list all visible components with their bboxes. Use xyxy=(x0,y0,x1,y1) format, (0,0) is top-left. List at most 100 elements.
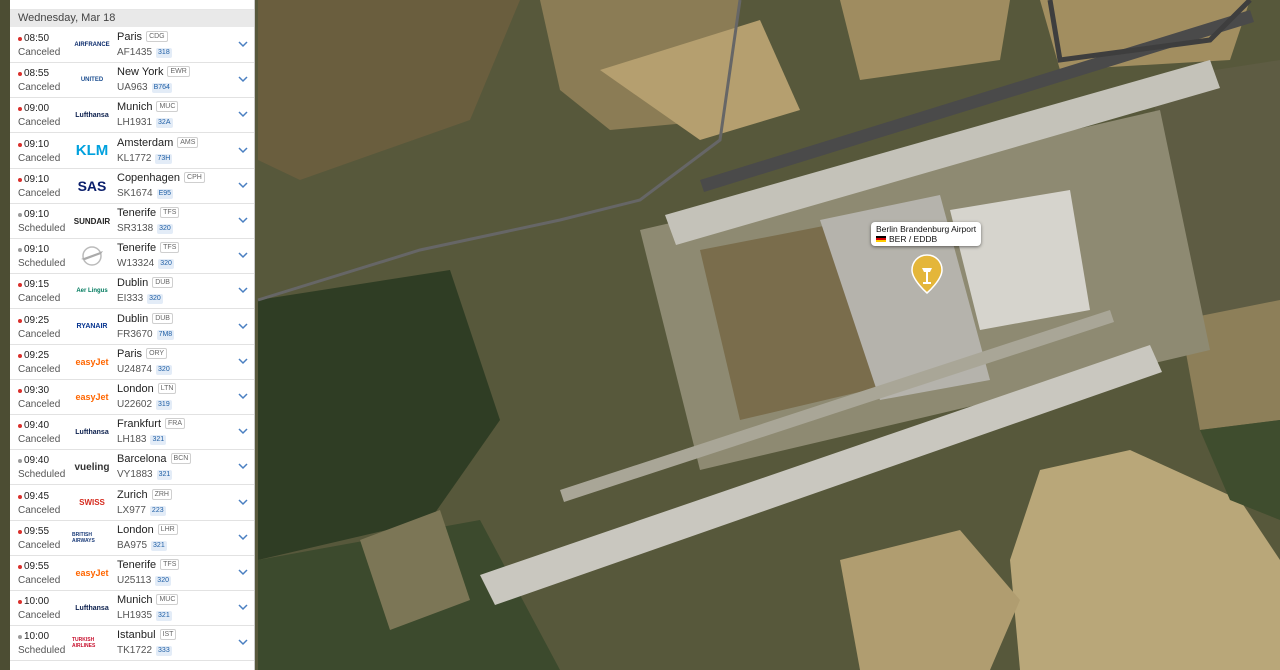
flight-number: FR3670 7M8 xyxy=(117,328,175,340)
aircraft-type: 320 xyxy=(157,224,173,234)
chevron-down-icon[interactable] xyxy=(236,37,250,51)
date-header: Wednesday, Mar 18 xyxy=(10,10,254,27)
flight-row[interactable]: 10:00 Scheduled TURKISH AIRLINES Istanbul IS… xyxy=(10,626,254,662)
flight-status: Canceled xyxy=(18,152,61,164)
flight-row[interactable]: 09:55 Canceled easyJet Tenerife TFS U25113 320 xyxy=(10,556,254,591)
airport-pin-icon[interactable] xyxy=(910,254,944,294)
flight-row[interactable]: 09:30 Canceled easyJet London LTN U22602 319 xyxy=(10,380,254,415)
flight-row[interactable]: 09:00 Canceled Lufthansa Munich MUC LH1931 32A xyxy=(10,98,254,134)
chevron-down-icon[interactable] xyxy=(236,248,250,262)
departure-time: 09:10 xyxy=(24,138,50,150)
destination-city: Dublin DUB xyxy=(117,277,173,289)
iata-code: FRA xyxy=(165,418,186,430)
airport-label[interactable]: Berlin Brandenburg Airport BER / EDDB xyxy=(871,222,982,246)
iata-code: TFS xyxy=(160,559,180,570)
flight-number: UA963 B764 xyxy=(117,82,172,94)
departure-time: 09:10 xyxy=(24,209,50,220)
flight-list-panel[interactable]: Wednesday, Mar 18 08:50 Canceled AIRFRANCE… xyxy=(10,0,255,670)
flight-row[interactable]: 08:50 Canceled AIRFRANCE Paris CDG AF1435 318 xyxy=(10,28,254,63)
departure-time: 09:00 xyxy=(24,103,50,115)
destination-city: Munich MUC xyxy=(117,594,179,606)
departure-time: 09:25 xyxy=(24,314,50,326)
airline-logo: BRITISH AIRWAYS xyxy=(72,531,95,544)
departure-time: 09:10 xyxy=(24,173,50,185)
flight-row[interactable]: 09:10 Canceled SAS Copenhagen CPH SK1674 E95 xyxy=(10,169,254,204)
flight-row[interactable]: 09:40 Canceled Lufthansa Frankfurt FRA LH183 3… xyxy=(10,415,254,451)
flight-status: Canceled xyxy=(18,187,61,199)
flight-row[interactable]: 09:25 Canceled RYANAIR Dublin DUB FR3670 7M8 xyxy=(10,310,254,345)
flight-row[interactable]: 09:15 Canceled Aer Lingus Dublin DUB EI333 320 xyxy=(10,274,254,310)
flight-row[interactable]: 09:10 Canceled KLM Amsterdam AMS KL1772 73H xyxy=(10,134,254,169)
chevron-down-icon[interactable] xyxy=(236,72,250,86)
chevron-down-icon[interactable] xyxy=(236,283,250,297)
aircraft-type: 320 xyxy=(155,576,171,586)
flight-status: Scheduled xyxy=(18,645,66,657)
status-dot xyxy=(18,459,22,464)
chevron-down-icon[interactable] xyxy=(236,565,250,579)
germany-flag-icon xyxy=(876,236,886,242)
chevron-down-icon[interactable] xyxy=(236,107,250,121)
aircraft-type: 32A xyxy=(156,118,173,129)
status-dot xyxy=(18,107,22,112)
airline-logo: SAS xyxy=(77,177,107,194)
airline-logo: Aer Lingus xyxy=(76,288,108,295)
flight-row[interactable]: 09:55 Canceled BRITISH AIRWAYS London LHR BA9… xyxy=(10,521,254,556)
destination-city: Paris ORY xyxy=(117,347,168,360)
flight-status: Canceled xyxy=(18,293,61,305)
airline-logo: easyJet xyxy=(75,392,109,402)
chevron-down-icon[interactable] xyxy=(236,600,250,614)
departure-time: 10:00 xyxy=(24,596,50,608)
chevron-down-icon[interactable] xyxy=(236,319,250,333)
airline-logo: Lufthansa xyxy=(75,604,109,612)
panel-top xyxy=(10,0,254,10)
airline-logo: TURKISH AIRLINES xyxy=(72,637,96,650)
flight-number: BA975 321 xyxy=(117,539,167,551)
destination-city: Tenerife TFS xyxy=(117,242,180,254)
flight-row[interactable]: 09:25 Canceled easyJet Paris ORY U24874 320 xyxy=(10,345,254,380)
status-dot xyxy=(18,283,22,288)
flight-number: W13324 320 xyxy=(117,258,174,270)
chevron-down-icon[interactable] xyxy=(236,389,250,403)
map-edge xyxy=(0,0,10,670)
airline-logo: vueling xyxy=(74,461,110,473)
destination-city: Amsterdam AMS xyxy=(117,136,199,149)
flight-status: Canceled xyxy=(18,47,61,58)
airport-name: Berlin Brandenburg Airport xyxy=(876,224,977,234)
departure-time: 09:10 xyxy=(24,244,50,256)
flight-status: Canceled xyxy=(18,504,61,516)
airport-codes: BER / EDDB xyxy=(889,234,938,244)
flight-status: Scheduled xyxy=(18,223,66,234)
status-dot xyxy=(18,565,22,569)
flight-row[interactable]: 09:40 Scheduled vueling Barcelona BCN VY1883 3… xyxy=(10,450,254,486)
status-dot xyxy=(18,494,22,499)
iata-code: MUC xyxy=(156,101,179,113)
flight-row[interactable]: 09:10 Scheduled SUNDAIR Tenerife TFS SR3138 32… xyxy=(10,204,254,239)
iata-code: CDG xyxy=(146,31,168,42)
iata-code: BCN xyxy=(170,453,192,465)
departure-time: 09:45 xyxy=(24,490,50,502)
status-dot xyxy=(18,635,22,640)
chevron-down-icon[interactable] xyxy=(236,459,250,473)
chevron-down-icon[interactable] xyxy=(236,530,250,544)
airline-logo: SUNDAIR xyxy=(73,216,111,226)
departure-time: 09:55 xyxy=(24,525,50,537)
chevron-down-icon[interactable] xyxy=(236,495,250,509)
flight-status: Canceled xyxy=(18,399,61,410)
flight-row[interactable]: 09:10 Scheduled Tenerife TFS W13324 320 xyxy=(10,239,254,275)
chevron-down-icon[interactable] xyxy=(236,424,250,438)
flight-status: Canceled xyxy=(18,610,61,622)
chevron-down-icon[interactable] xyxy=(236,354,250,368)
flight-row[interactable]: 08:55 Canceled UNITED New York EWR UA963 B764 xyxy=(10,63,254,99)
iata-code: IST xyxy=(159,629,177,641)
chevron-down-icon[interactable] xyxy=(236,213,250,227)
aircraft-type: 321 xyxy=(156,470,173,481)
chevron-down-icon[interactable] xyxy=(236,635,250,649)
airline-logo: UNITED xyxy=(80,77,104,84)
status-dot xyxy=(18,424,22,429)
destination-city: London LTN xyxy=(117,383,177,395)
flight-row[interactable]: 09:45 Canceled SWISS Zurich ZRH LX977 223 xyxy=(10,486,254,521)
chevron-down-icon[interactable] xyxy=(236,143,250,157)
chevron-down-icon[interactable] xyxy=(236,178,250,192)
flight-row[interactable]: 10:00 Canceled Lufthansa Munich MUC LH1935 321 xyxy=(10,591,254,627)
aircraft-type: 333 xyxy=(156,646,172,657)
